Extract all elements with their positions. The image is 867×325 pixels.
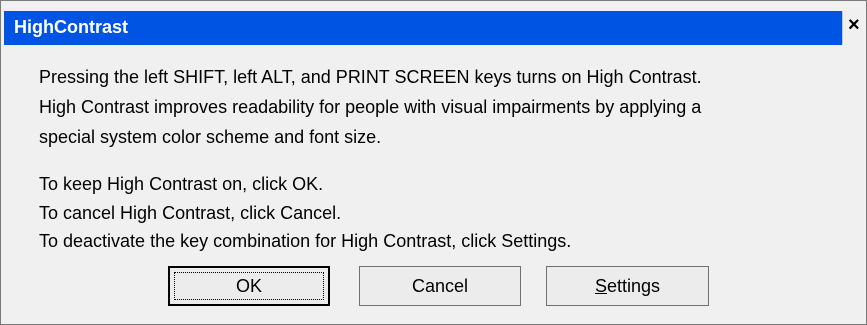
high-contrast-dialog: HighContrast × Pressing the left SHIFT, … xyxy=(0,0,867,325)
focus-rectangle xyxy=(174,272,324,300)
message-line-5: To cancel High Contrast, click Cancel. xyxy=(39,203,342,223)
message-line-1: Pressing the left SHIFT, left ALT, and P… xyxy=(39,67,702,87)
message-line-4: To keep High Contrast on, click OK. xyxy=(39,174,324,194)
message-line-2: High Contrast improves readability for p… xyxy=(39,97,702,117)
settings-button[interactable]: Settings xyxy=(546,266,709,306)
close-icon: × xyxy=(848,14,860,36)
message-line-6: To deactivate the key combination for Hi… xyxy=(39,231,572,251)
dialog-title: HighContrast xyxy=(14,17,128,37)
settings-label-rest: ettings xyxy=(606,275,661,296)
cancel-button-label: Cancel xyxy=(411,275,469,296)
close-button[interactable]: × xyxy=(842,11,864,45)
ok-button[interactable]: OK xyxy=(168,266,330,306)
settings-button-label: Settings xyxy=(595,276,660,297)
cancel-button[interactable]: Cancel xyxy=(359,266,521,306)
dialog-titlebar[interactable]: HighContrast × xyxy=(4,11,864,45)
message-line-3: special system color scheme and font siz… xyxy=(39,127,382,147)
settings-mnemonic: S xyxy=(594,275,607,296)
